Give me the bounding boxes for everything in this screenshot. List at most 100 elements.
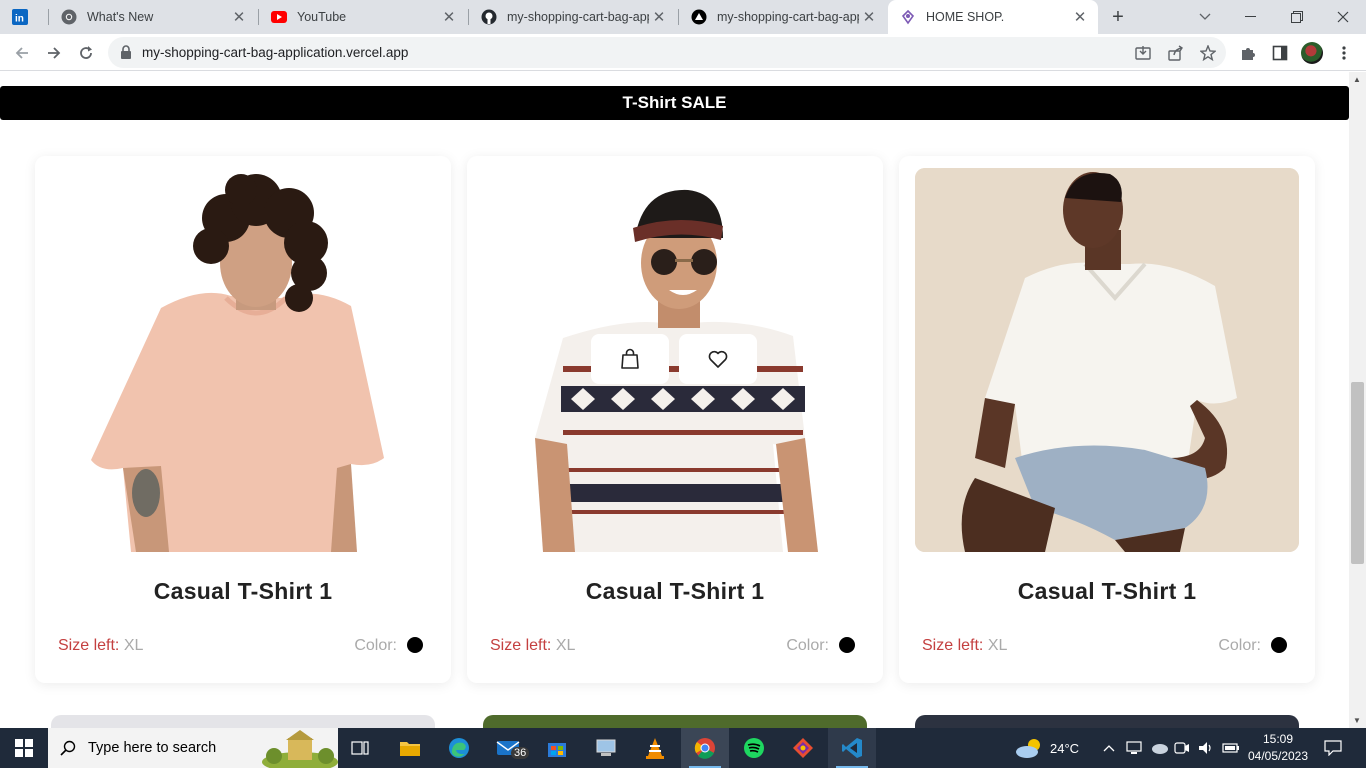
product-name: Casual T-Shirt 1 bbox=[153, 578, 333, 604]
new-tab-button[interactable]: + bbox=[1106, 6, 1130, 28]
back-button[interactable] bbox=[8, 39, 36, 67]
store-icon[interactable] bbox=[533, 728, 581, 768]
scroll-thumb[interactable] bbox=[1351, 382, 1364, 564]
scroll-down-arrow-icon[interactable]: ▼ bbox=[1353, 716, 1361, 725]
bookmark-star-icon[interactable] bbox=[1199, 44, 1217, 62]
tab-strip: in What's New ✕ YouTube ✕ my-shopping-ca… bbox=[0, 0, 1366, 34]
tab-linkedin[interactable]: in bbox=[0, 0, 48, 34]
forward-button[interactable] bbox=[40, 39, 68, 67]
taskbar-search-box[interactable]: Type here to search bbox=[48, 728, 338, 772]
search-icon bbox=[48, 740, 88, 756]
clock-date: 04/05/2023 bbox=[1247, 749, 1309, 763]
add-to-bag-button[interactable] bbox=[591, 334, 669, 384]
size-info: Size left: XL bbox=[490, 637, 575, 655]
size-value: XL bbox=[123, 637, 144, 654]
color-swatch[interactable] bbox=[1271, 637, 1287, 653]
control-panel-icon[interactable] bbox=[582, 728, 630, 768]
spotify-icon[interactable] bbox=[730, 728, 778, 768]
tab-home-shop[interactable]: HOME SHOP. ✕ bbox=[888, 0, 1098, 34]
battery-icon[interactable] bbox=[1222, 728, 1240, 768]
task-view-icon[interactable] bbox=[336, 728, 384, 768]
product-image[interactable] bbox=[51, 168, 435, 552]
heart-icon bbox=[708, 350, 728, 368]
size-info: Size left: XL bbox=[922, 637, 1007, 655]
tab-github[interactable]: my-shopping-cart-bag-app ✕ bbox=[469, 0, 677, 34]
weather-widget[interactable]: 24°C bbox=[1014, 728, 1079, 768]
git-tool-icon[interactable] bbox=[779, 728, 827, 768]
product-image-partial[interactable] bbox=[51, 715, 435, 728]
side-panel-icon[interactable] bbox=[1270, 43, 1290, 63]
github-icon bbox=[481, 9, 497, 25]
profile-avatar[interactable] bbox=[1301, 42, 1323, 64]
clock-time: 15:09 bbox=[1262, 732, 1294, 746]
reload-button[interactable] bbox=[72, 39, 100, 67]
meet-now-icon[interactable] bbox=[1174, 728, 1190, 768]
notifications-icon[interactable] bbox=[1324, 728, 1342, 768]
onedrive-icon[interactable] bbox=[1150, 728, 1168, 768]
tab-whats-new[interactable]: What's New ✕ bbox=[49, 0, 257, 34]
product-image[interactable] bbox=[915, 168, 1299, 552]
share-icon[interactable] bbox=[1167, 44, 1185, 62]
product-card[interactable]: Casual T-Shirt 1 Size left: XL Color: bbox=[899, 156, 1315, 683]
size-value: XL bbox=[987, 637, 1008, 654]
tab-search-icon[interactable] bbox=[1182, 0, 1228, 34]
product-name: Casual T-Shirt 1 bbox=[1017, 578, 1197, 604]
product-card[interactable]: Casual T-Shirt 1 Size left: XL Color: bbox=[467, 156, 883, 683]
size-label: Size left: bbox=[922, 637, 984, 654]
lock-icon[interactable] bbox=[120, 45, 132, 64]
vscode-icon[interactable] bbox=[828, 728, 876, 768]
minimize-button[interactable] bbox=[1228, 0, 1274, 34]
url-text: my-shopping-cart-bag-application.vercel.… bbox=[142, 45, 409, 60]
show-hidden-icons[interactable] bbox=[1103, 728, 1115, 768]
close-tab-icon[interactable]: ✕ bbox=[1070, 7, 1090, 27]
tab-youtube[interactable]: YouTube ✕ bbox=[259, 0, 467, 34]
color-swatch[interactable] bbox=[839, 637, 855, 653]
tab-title: YouTube bbox=[297, 10, 347, 24]
restore-button[interactable] bbox=[1274, 0, 1320, 34]
tab-title: my-shopping-cart-bag-app bbox=[717, 10, 859, 24]
linkedin-icon: in bbox=[12, 9, 28, 25]
volume-icon[interactable] bbox=[1198, 728, 1214, 768]
page-scrollbar[interactable]: ▲ ▼ bbox=[1349, 72, 1366, 728]
tab-title: What's New bbox=[87, 10, 154, 24]
file-explorer-icon[interactable] bbox=[386, 728, 434, 768]
vercel-icon bbox=[691, 9, 707, 25]
mail-icon[interactable]: 36 bbox=[484, 728, 532, 768]
product-image[interactable] bbox=[483, 168, 867, 552]
size-value: XL bbox=[555, 637, 576, 654]
extensions-puzzle-icon[interactable] bbox=[1238, 43, 1258, 63]
tab-title: HOME SHOP. bbox=[926, 10, 1005, 24]
taskbar-clock[interactable]: 15:09 04/05/2023 bbox=[1246, 731, 1310, 765]
chrome-taskbar-icon[interactable] bbox=[681, 728, 729, 768]
tab-vercel[interactable]: my-shopping-cart-bag-app ✕ bbox=[679, 0, 887, 34]
close-tab-icon[interactable]: ✕ bbox=[649, 7, 669, 27]
size-label: Size left: bbox=[490, 637, 552, 654]
forward-arrow-icon bbox=[48, 47, 61, 59]
close-tab-icon[interactable]: ✕ bbox=[859, 7, 879, 27]
color-label: Color: bbox=[1218, 637, 1261, 654]
product-image-partial[interactable] bbox=[483, 715, 867, 728]
close-tab-icon[interactable]: ✕ bbox=[229, 7, 249, 27]
install-app-icon[interactable] bbox=[1134, 44, 1152, 62]
weather-cloud-icon bbox=[1016, 739, 1040, 758]
address-bar[interactable]: my-shopping-cart-bag-application.vercel.… bbox=[108, 37, 1226, 68]
chrome-icon bbox=[61, 9, 77, 25]
start-button[interactable] bbox=[0, 728, 48, 768]
windows-taskbar: Type here to search 36 24°C 15:09 04/05/… bbox=[0, 728, 1366, 772]
product-image-partial[interactable] bbox=[915, 715, 1299, 728]
search-highlight-icon bbox=[260, 730, 338, 772]
size-info: Size left: XL bbox=[58, 637, 143, 655]
browser-menu-icon[interactable] bbox=[1334, 43, 1354, 63]
search-placeholder: Type here to search bbox=[88, 740, 217, 756]
scroll-up-arrow-icon[interactable]: ▲ bbox=[1353, 75, 1361, 84]
product-card[interactable]: Casual T-Shirt 1 Size left: XL Color: bbox=[35, 156, 451, 683]
mail-badge: 36 bbox=[511, 747, 530, 759]
youtube-icon bbox=[271, 9, 287, 25]
close-window-button[interactable] bbox=[1320, 0, 1366, 34]
color-swatch[interactable] bbox=[407, 637, 423, 653]
edge-icon[interactable] bbox=[435, 728, 483, 768]
network-icon[interactable] bbox=[1126, 728, 1142, 768]
vlc-icon[interactable] bbox=[631, 728, 679, 768]
add-to-wishlist-button[interactable] bbox=[679, 334, 757, 384]
close-tab-icon[interactable]: ✕ bbox=[439, 7, 459, 27]
